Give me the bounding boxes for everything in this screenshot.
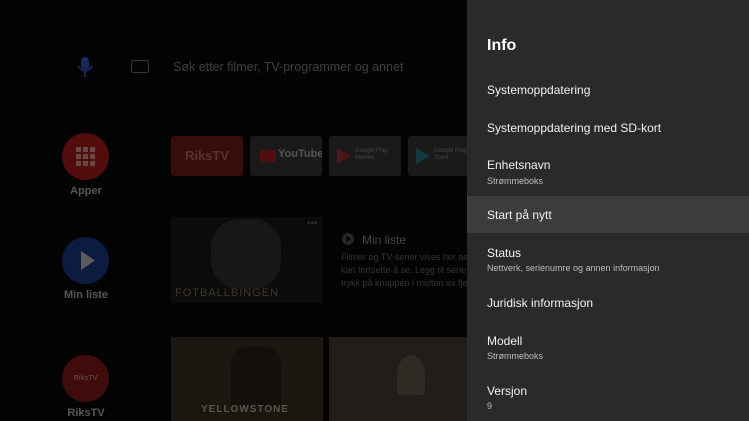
- menu-item-system-update[interactable]: Systemoppdatering: [467, 72, 749, 108]
- menu-item-title: Enhetsnavn: [487, 158, 551, 172]
- sidebar-label-apper: Apper: [70, 185, 102, 197]
- microphone-icon[interactable]: [76, 56, 94, 78]
- poster-figure: [397, 355, 425, 395]
- apps-button[interactable]: [62, 133, 109, 180]
- menu-item-version[interactable]: Versjon 9: [467, 371, 749, 421]
- menu-item-title: Systemoppdatering med SD-kort: [487, 121, 662, 135]
- play-store-icon: [416, 148, 430, 164]
- sidebar-label-rikstv: RiksTV: [67, 407, 105, 419]
- search-input[interactable]: Søk etter filmer, TV-programmer og annet: [173, 60, 403, 74]
- menu-item-title: Status: [487, 246, 522, 260]
- app-tile-label: YouTube: [278, 148, 322, 160]
- my-list-button[interactable]: [62, 237, 109, 284]
- play-movies-icon: [337, 148, 351, 164]
- menu-item-restart[interactable]: Start på nytt: [467, 196, 749, 233]
- info-settings-panel: Info Systemoppdatering Systemoppdatering…: [467, 0, 749, 421]
- menu-item-title: Juridisk informasjon: [487, 296, 594, 310]
- app-tile-youtube[interactable]: YouTube: [250, 136, 322, 176]
- rikstv-channel-button[interactable]: RiksTV: [62, 355, 109, 402]
- menu-item-subtitle: Nettverk, serienumre og annen informasjo…: [487, 263, 660, 273]
- sidebar-label-min-liste: Min liste: [63, 289, 108, 301]
- app-tile-label: Google Play Movies: [355, 148, 388, 161]
- poster-second[interactable]: [329, 337, 469, 421]
- menu-item-subtitle: Strømmeboks: [487, 351, 544, 361]
- menu-item-subtitle: Strømmeboks: [487, 176, 544, 186]
- youtube-icon: [260, 150, 276, 162]
- poster-title: YELLOWSTONE: [201, 404, 290, 415]
- poster-face: [211, 219, 281, 289]
- featured-poster[interactable]: FOTBALLBINGEN: [171, 217, 323, 303]
- menu-item-model[interactable]: Modell Strømmeboks: [467, 321, 749, 371]
- my-list-heading: Min liste: [362, 233, 407, 247]
- menu-item-title: Start på nytt: [487, 208, 552, 222]
- app-tile-rikstv[interactable]: RiksTV: [171, 136, 243, 176]
- menu-item-subtitle: 9: [487, 401, 493, 411]
- more-options-icon[interactable]: •••: [307, 218, 318, 229]
- my-list-play-icon: [342, 233, 354, 245]
- apps-grid-icon: [76, 147, 95, 166]
- panel-title: Info: [487, 37, 517, 54]
- play-icon: [81, 251, 95, 270]
- menu-item-title: Versjon: [487, 384, 528, 398]
- menu-item-title: Systemoppdatering: [487, 83, 591, 97]
- my-list-description: Filmer og TV-serier vises her as kan for…: [341, 252, 468, 288]
- menu-item-device-name[interactable]: Enhetsnavn Strømmeboks: [467, 146, 749, 196]
- menu-item-title: Modell: [487, 334, 523, 348]
- menu-item-legal[interactable]: Juridisk informasjon: [467, 285, 749, 321]
- menu-item-status[interactable]: Status Nettverk, serienumre og annen inf…: [467, 233, 749, 285]
- app-tile-google-play-movies[interactable]: Google Play Movies: [329, 136, 401, 176]
- menu-item-sd-update[interactable]: Systemoppdatering med SD-kort: [467, 108, 749, 146]
- rikstv-logo-icon: RiksTV: [73, 375, 98, 382]
- keyboard-icon[interactable]: [131, 60, 149, 73]
- poster-figure: [231, 347, 281, 407]
- poster-title: FOTBALLBINGEN: [175, 287, 280, 299]
- poster-yellowstone[interactable]: YELLOWSTONE: [171, 337, 323, 421]
